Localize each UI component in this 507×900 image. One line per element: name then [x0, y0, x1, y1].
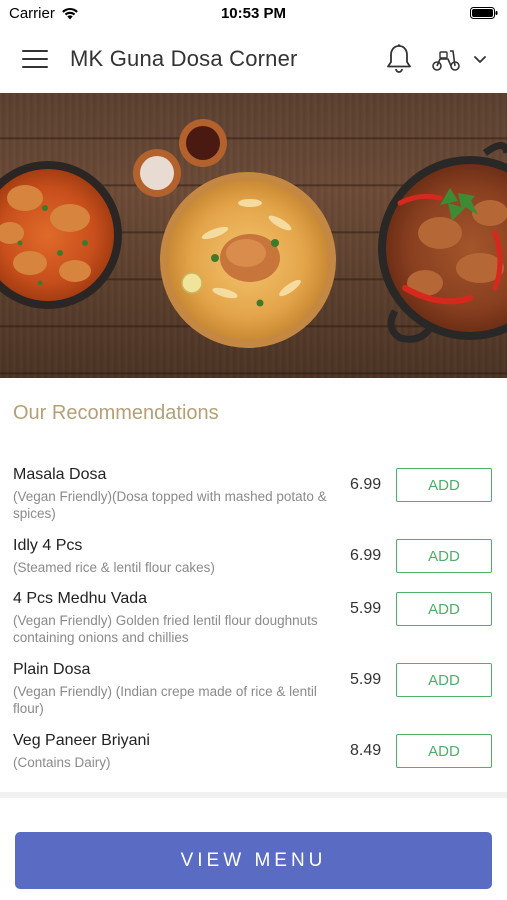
view-menu-button[interactable]: VIEW MENU — [15, 832, 492, 889]
section-divider — [0, 792, 507, 798]
item-name: 4 Pcs Medhu Vada — [13, 590, 148, 607]
chevron-down-icon[interactable] — [472, 52, 488, 66]
hero-food-image — [0, 93, 507, 378]
item-price: 5.99 — [350, 600, 382, 617]
hamburger-menu-icon[interactable] — [22, 50, 48, 70]
status-bar: Carrier 10:53 PM — [0, 0, 507, 28]
restaurant-title: MK Guna Dosa Corner — [70, 46, 298, 71]
add-button[interactable]: ADD — [396, 734, 492, 768]
add-button[interactable]: ADD — [396, 663, 492, 697]
item-description: (Contains Dairy) — [13, 755, 111, 770]
item-description: (Vegan Friendly) Golden fried lentil flo… — [13, 613, 318, 645]
add-button[interactable]: ADD — [396, 468, 492, 502]
bell-icon[interactable] — [385, 43, 413, 75]
add-button[interactable]: ADD — [396, 539, 492, 573]
item-name: Plain Dosa — [13, 661, 91, 678]
item-price: 5.99 — [350, 671, 382, 688]
item-price: 8.49 — [350, 742, 382, 759]
battery-icon — [470, 7, 498, 19]
item-name: Masala Dosa — [13, 466, 107, 483]
scooter-icon[interactable] — [430, 47, 462, 73]
status-time: 10:53 PM — [220, 5, 287, 22]
item-name: Idly 4 Pcs — [13, 537, 83, 554]
item-price: 6.99 — [350, 476, 382, 493]
item-description: (Steamed rice & lentil flour cakes) — [13, 560, 215, 575]
item-name: Veg Paneer Briyani — [13, 732, 150, 749]
item-price: 6.99 — [350, 547, 382, 564]
recommendations-heading: Our Recommendations — [13, 402, 219, 424]
item-description: (Vegan Friendly)(Dosa topped with mashed… — [13, 489, 327, 521]
add-button[interactable]: ADD — [396, 592, 492, 626]
item-description: (Vegan Friendly) (Indian crepe made of r… — [13, 684, 317, 716]
food-illustration — [0, 119, 507, 348]
app-header: MK Guna Dosa Corner — [0, 30, 507, 92]
